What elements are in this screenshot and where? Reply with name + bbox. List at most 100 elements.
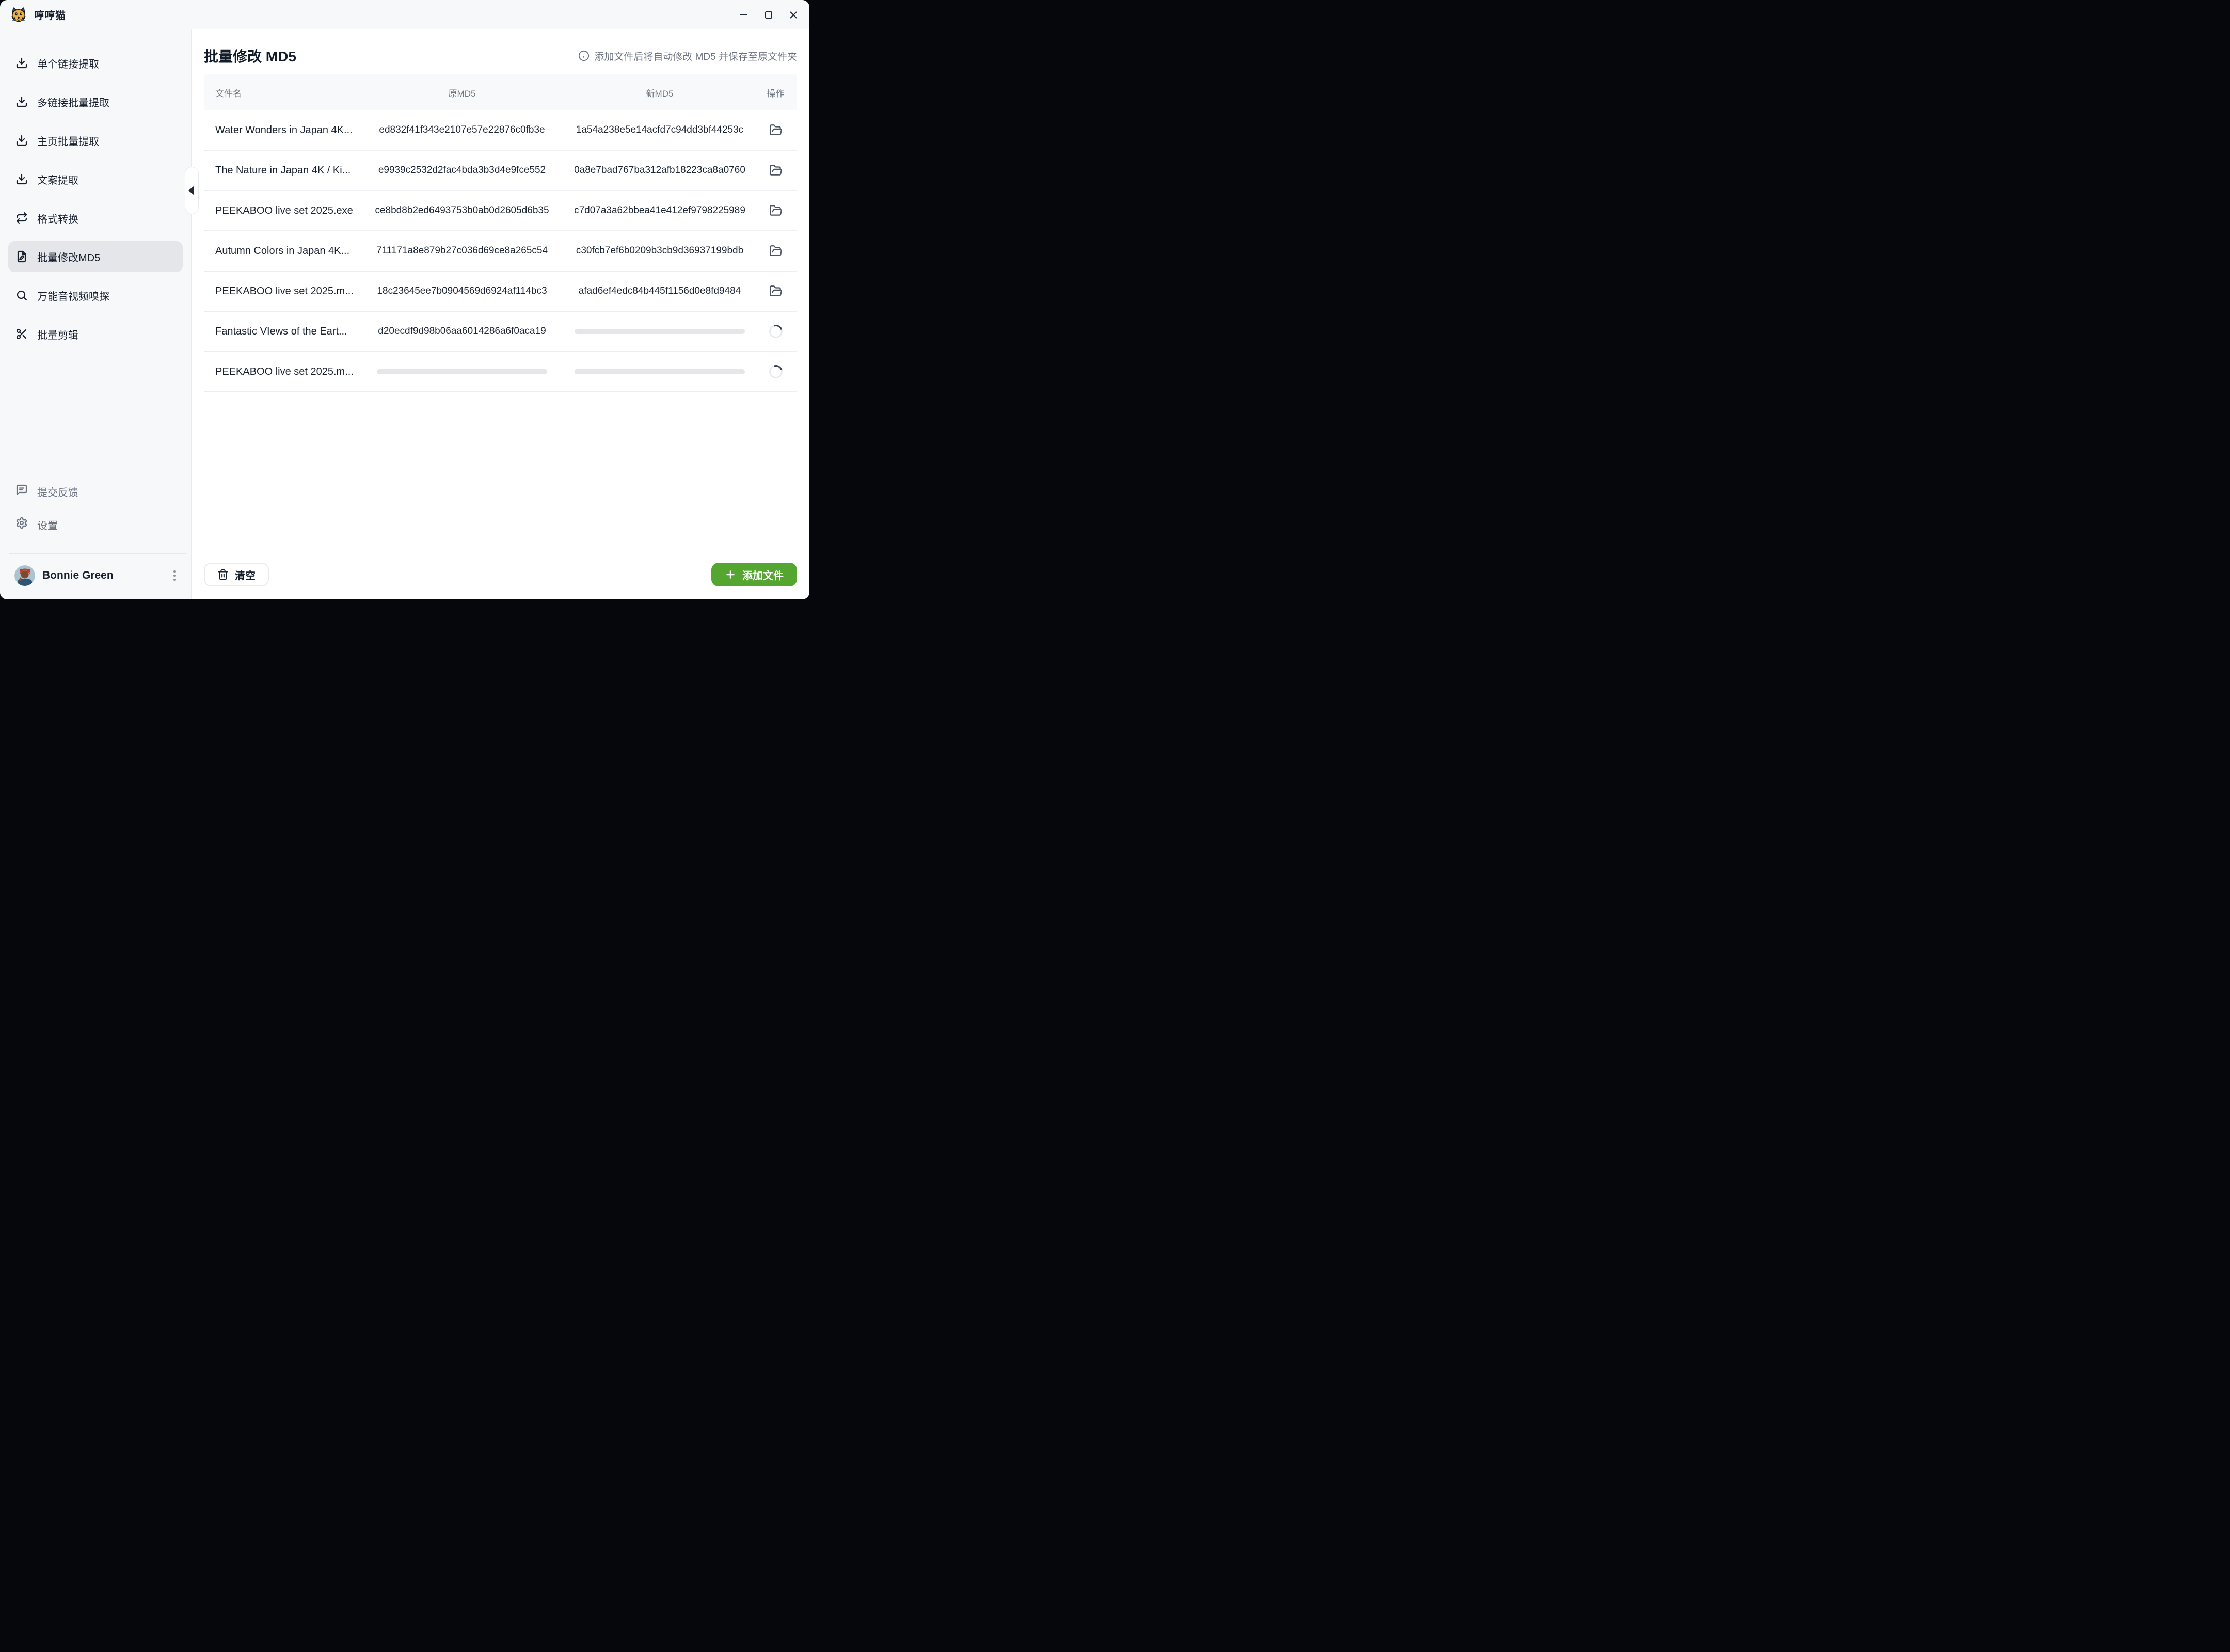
sidebar-nav: 单个链接提取多链接批量提取主页批量提取文案提取格式转换批量修改MD5 万能音视频嗅… xyxy=(0,47,191,357)
plus-icon xyxy=(725,569,736,580)
cell-old-md5: e9939c2532d2fac4bda3b3d4e9fce552 xyxy=(359,165,565,176)
open-folder-button[interactable] xyxy=(768,243,784,259)
cell-action xyxy=(754,122,797,138)
content-area: 单个链接提取多链接批量提取主页批量提取文案提取格式转换批量修改MD5 万能音视频嗅… xyxy=(0,29,809,599)
column-header-old-md5: 原MD5 xyxy=(359,86,565,99)
md5-table: 文件名 原MD5 新MD5 操作 Water Wonders in Japan … xyxy=(204,74,797,392)
cell-action xyxy=(754,243,797,259)
user-row[interactable]: Bonnie Green xyxy=(0,562,191,586)
md5-pending-placeholder xyxy=(575,329,745,334)
cell-old-md5: ce8bd8b2ed6493753b0ab0d2605d6b35 xyxy=(359,205,565,216)
sidebar-footer-nav: 提交反馈设置 xyxy=(0,475,191,541)
md5-pending-placeholder xyxy=(377,369,547,374)
cell-filename: PEEKABOO live set 2025.m... xyxy=(204,285,359,297)
minimize-button[interactable] xyxy=(739,10,748,20)
user-name: Bonnie Green xyxy=(42,569,114,582)
sidebar-item-6[interactable]: 万能音视频嗅探 xyxy=(8,280,183,311)
main-header: 批量修改 MD5 添加文件后将自动修改 MD5 并保存至原文件夹 xyxy=(204,45,797,66)
sidebar-footer-label: 提交反馈 xyxy=(37,484,78,499)
sidebar-item-7[interactable]: 批量剪辑 xyxy=(8,319,183,350)
cell-action xyxy=(754,163,797,178)
sidebar-divider xyxy=(9,553,186,554)
open-folder-button[interactable] xyxy=(768,203,784,218)
app-title: 哼哼猫 xyxy=(34,7,66,22)
sidebar-footer-item[interactable]: 提交反馈 xyxy=(0,475,191,508)
open-folder-button[interactable] xyxy=(768,122,784,138)
titlebar: 哼哼猫 xyxy=(0,0,809,29)
chevron-left-icon xyxy=(188,186,194,195)
cell-filename: PEEKABOO live set 2025.exe xyxy=(204,205,359,217)
column-header-action: 操作 xyxy=(754,86,797,99)
add-files-button-label: 添加文件 xyxy=(742,567,784,582)
cell-new-md5: c30fcb7ef6b0209b3cb9d36937199bdb xyxy=(565,245,754,257)
info-icon xyxy=(578,50,590,61)
cell-old-md5: ed832f41f343e2107e57e22876c0fb3e xyxy=(359,124,565,136)
cell-filename: The Nature in Japan 4K / Ki... xyxy=(204,165,359,177)
download-icon xyxy=(15,96,28,108)
open-folder-button[interactable] xyxy=(768,283,784,299)
cell-filename: Autumn Colors in Japan 4K... xyxy=(204,245,359,257)
sidebar-item-4[interactable]: 格式转换 xyxy=(8,202,183,233)
user-menu-button[interactable] xyxy=(170,567,179,584)
feedback-icon xyxy=(15,484,28,499)
sidebar-collapse-handle[interactable] xyxy=(185,167,199,214)
app-window: 哼哼猫 单个链接提取多链接批量提取主页批量提取文案提取格式转换批量修改MD5 万能… xyxy=(0,0,809,599)
sidebar-item-5-active[interactable]: 批量修改MD5 xyxy=(8,241,183,272)
column-header-new-md5: 新MD5 xyxy=(565,86,754,99)
sidebar-item-label: 批量修改MD5 xyxy=(37,249,100,264)
table-row: PEEKABOO live set 2025.m... xyxy=(204,352,797,392)
search-icon xyxy=(15,289,28,301)
sidebar-item-label: 万能音视频嗅探 xyxy=(37,288,109,303)
table-header-row: 文件名 原MD5 新MD5 操作 xyxy=(204,74,797,110)
app-brand: 哼哼猫 xyxy=(10,7,66,23)
cell-action xyxy=(754,283,797,299)
sidebar-item-label: 单个链接提取 xyxy=(37,56,99,71)
table-row: The Nature in Japan 4K / Ki...e9939c2532… xyxy=(204,151,797,191)
cell-action xyxy=(754,325,797,338)
trash-icon xyxy=(217,569,229,580)
cell-old-md5: 711171a8e879b27c036d69ce8a265c54 xyxy=(359,245,565,257)
cell-new-md5: c7d07a3a62bbea41e412ef9798225989 xyxy=(565,205,754,216)
sidebar-item-label: 格式转换 xyxy=(37,211,78,226)
info-note: 添加文件后将自动修改 MD5 并保存至原文件夹 xyxy=(578,49,797,63)
column-header-filename: 文件名 xyxy=(204,86,359,99)
processing-spinner-icon xyxy=(767,322,785,340)
sidebar-item-0[interactable]: 单个链接提取 xyxy=(8,47,183,78)
folder-open-icon xyxy=(769,284,783,298)
cell-filename: Fantastic VIews of the Eart... xyxy=(204,326,359,338)
add-files-button[interactable]: 添加文件 xyxy=(711,563,797,586)
table-body: Water Wonders in Japan 4K...ed832f41f343… xyxy=(204,110,797,392)
table-row: Water Wonders in Japan 4K...ed832f41f343… xyxy=(204,110,797,151)
table-row: PEEKABOO live set 2025.m...18c23645ee7b0… xyxy=(204,272,797,312)
file-pen-icon xyxy=(15,250,28,263)
md5-pending-placeholder xyxy=(575,369,745,374)
cell-old-md5: d20ecdf9d98b06aa6014286a6f0aca19 xyxy=(359,326,565,337)
cell-old-md5: 18c23645ee7b0904569d6924af114bc3 xyxy=(359,285,565,297)
cell-new-md5: 1a54a238e5e14acfd7c94dd3bf44253c xyxy=(565,124,754,136)
avatar xyxy=(14,565,35,586)
page-title: 批量修改 MD5 xyxy=(204,45,296,66)
table-row: Autumn Colors in Japan 4K...711171a8e879… xyxy=(204,231,797,272)
maximize-button[interactable] xyxy=(764,10,773,20)
footer-bar: 清空 添加文件 xyxy=(204,563,797,599)
sidebar-item-3[interactable]: 文案提取 xyxy=(8,164,183,195)
clear-button[interactable]: 清空 xyxy=(204,563,269,586)
folder-open-icon xyxy=(769,204,783,217)
sidebar-item-label: 文案提取 xyxy=(37,172,78,187)
sidebar-item-1[interactable]: 多链接批量提取 xyxy=(8,86,183,117)
cell-action xyxy=(754,203,797,218)
table-row: PEEKABOO live set 2025.exece8bd8b2ed6493… xyxy=(204,191,797,231)
close-button[interactable] xyxy=(789,10,798,20)
sidebar-bottom: 提交反馈设置 Bonnie Green xyxy=(0,475,191,599)
table-row: Fantastic VIews of the Eart...d20ecdf9d9… xyxy=(204,312,797,352)
cell-old-md5 xyxy=(359,369,565,374)
open-folder-button[interactable] xyxy=(768,163,784,178)
sidebar-item-label: 主页批量提取 xyxy=(37,133,99,148)
cell-action xyxy=(754,365,797,378)
sidebar-item-2[interactable]: 主页批量提取 xyxy=(8,125,183,156)
settings-icon xyxy=(15,517,28,532)
sidebar-footer-item[interactable]: 设置 xyxy=(0,508,191,541)
window-controls xyxy=(739,10,798,20)
info-note-text: 添加文件后将自动修改 MD5 并保存至原文件夹 xyxy=(594,49,797,63)
folder-open-icon xyxy=(769,164,783,177)
